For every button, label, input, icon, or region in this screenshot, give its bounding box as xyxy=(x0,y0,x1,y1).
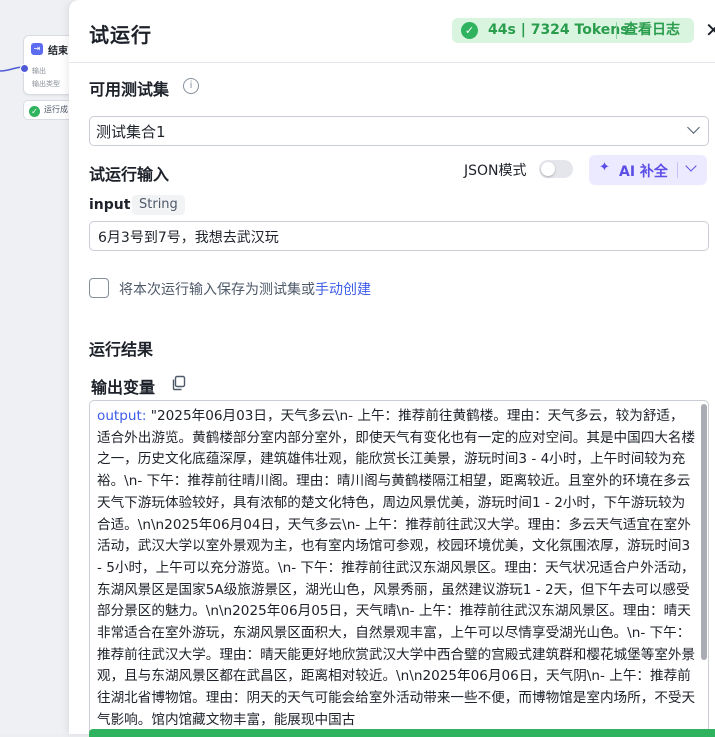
input-value: 6月3号到7号，我想去武汉玩 xyxy=(98,230,279,246)
chevron-down-icon[interactable] xyxy=(685,160,697,172)
output-result-text: output: "2025年06月03日，天气多云\n- 上午：推荐前往黄鹤楼。… xyxy=(97,406,697,732)
info-icon[interactable]: i xyxy=(183,78,199,94)
node-title: 结束 xyxy=(48,46,68,57)
close-icon[interactable]: ✕ xyxy=(705,18,715,42)
output-variable-label: 输出变量 xyxy=(91,378,156,397)
save-testset-text: 将本次运行输入保存为测试集或手动创建 xyxy=(119,279,371,299)
run-input-label: 试运行输入 xyxy=(89,165,170,184)
output-result-box[interactable]: output: "2025年06月03日，天气多云\n- 上午：推荐前往黄鹤楼。… xyxy=(89,400,709,735)
output-key: output: xyxy=(97,408,151,424)
run-stats: 44s | 7324 Tokens xyxy=(488,22,629,38)
run-status-label: 运行成 xyxy=(44,105,68,114)
exit-icon: ⇥ xyxy=(31,43,43,55)
save-testset-checkbox[interactable] xyxy=(89,278,109,298)
node-row-output: 输出 xyxy=(32,67,46,75)
view-log-link[interactable]: 查看日志 xyxy=(624,18,680,43)
badge-divider xyxy=(616,22,617,39)
node-input-port[interactable] xyxy=(20,64,29,73)
ai-complete-button[interactable]: ✦ AI 补全 xyxy=(589,155,707,185)
run-tokens: 7324 Tokens xyxy=(530,22,629,38)
panel-header: 试运行 ✓ 44s | 7324 Tokens 查看日志 ✕ xyxy=(69,0,715,63)
ai-button-divider xyxy=(677,162,678,178)
run-duration: 44s xyxy=(488,22,516,38)
chevron-down-icon xyxy=(687,121,700,134)
ai-complete-label: AI 补全 xyxy=(619,164,668,180)
input-value-field[interactable]: 6月3号到7号，我想去武汉玩 xyxy=(89,221,709,251)
input-field-name: input xyxy=(89,197,131,213)
node-row-output-type: 输出类型 xyxy=(32,80,60,88)
test-set-select[interactable]: 测试集合1 xyxy=(89,116,709,146)
panel-title: 试运行 xyxy=(89,23,152,47)
test-set-label: 可用测试集 xyxy=(89,80,170,99)
run-status-badge: ✓ 44s | 7324 Tokens 查看日志 xyxy=(452,18,694,43)
output-key-name: output xyxy=(97,408,142,424)
save-testset-label: 将本次运行输入保存为测试集或 xyxy=(119,282,315,298)
input-type-badge: String xyxy=(132,195,185,215)
test-run-panel: 试运行 ✓ 44s | 7324 Tokens 查看日志 ✕ 可用测试集 i 测… xyxy=(69,0,715,737)
json-mode-label: JSON模式 xyxy=(464,163,527,179)
run-results-label: 运行结果 xyxy=(89,340,154,359)
success-check-icon: ✓ xyxy=(461,22,478,39)
check-icon: ✓ xyxy=(29,106,40,117)
json-mode-toggle[interactable] xyxy=(539,160,573,178)
workflow-canvas[interactable]: ⇥ 结束 输出 输出类型 ✓ 运行成 xyxy=(0,0,85,734)
copy-icon[interactable] xyxy=(171,375,187,391)
output-value: "2025年06月03日，天气多云\n- 上午：推荐前往黄鹤楼。理由：天气多云，… xyxy=(97,408,696,728)
manual-create-link[interactable]: 手动创建 xyxy=(315,282,371,298)
bottom-action-bar[interactable] xyxy=(89,729,715,737)
result-scrollbar[interactable] xyxy=(701,404,707,660)
toggle-knob xyxy=(541,162,555,176)
test-set-selected: 测试集合1 xyxy=(96,123,166,141)
sparkle-icon: ✦ xyxy=(599,160,610,175)
